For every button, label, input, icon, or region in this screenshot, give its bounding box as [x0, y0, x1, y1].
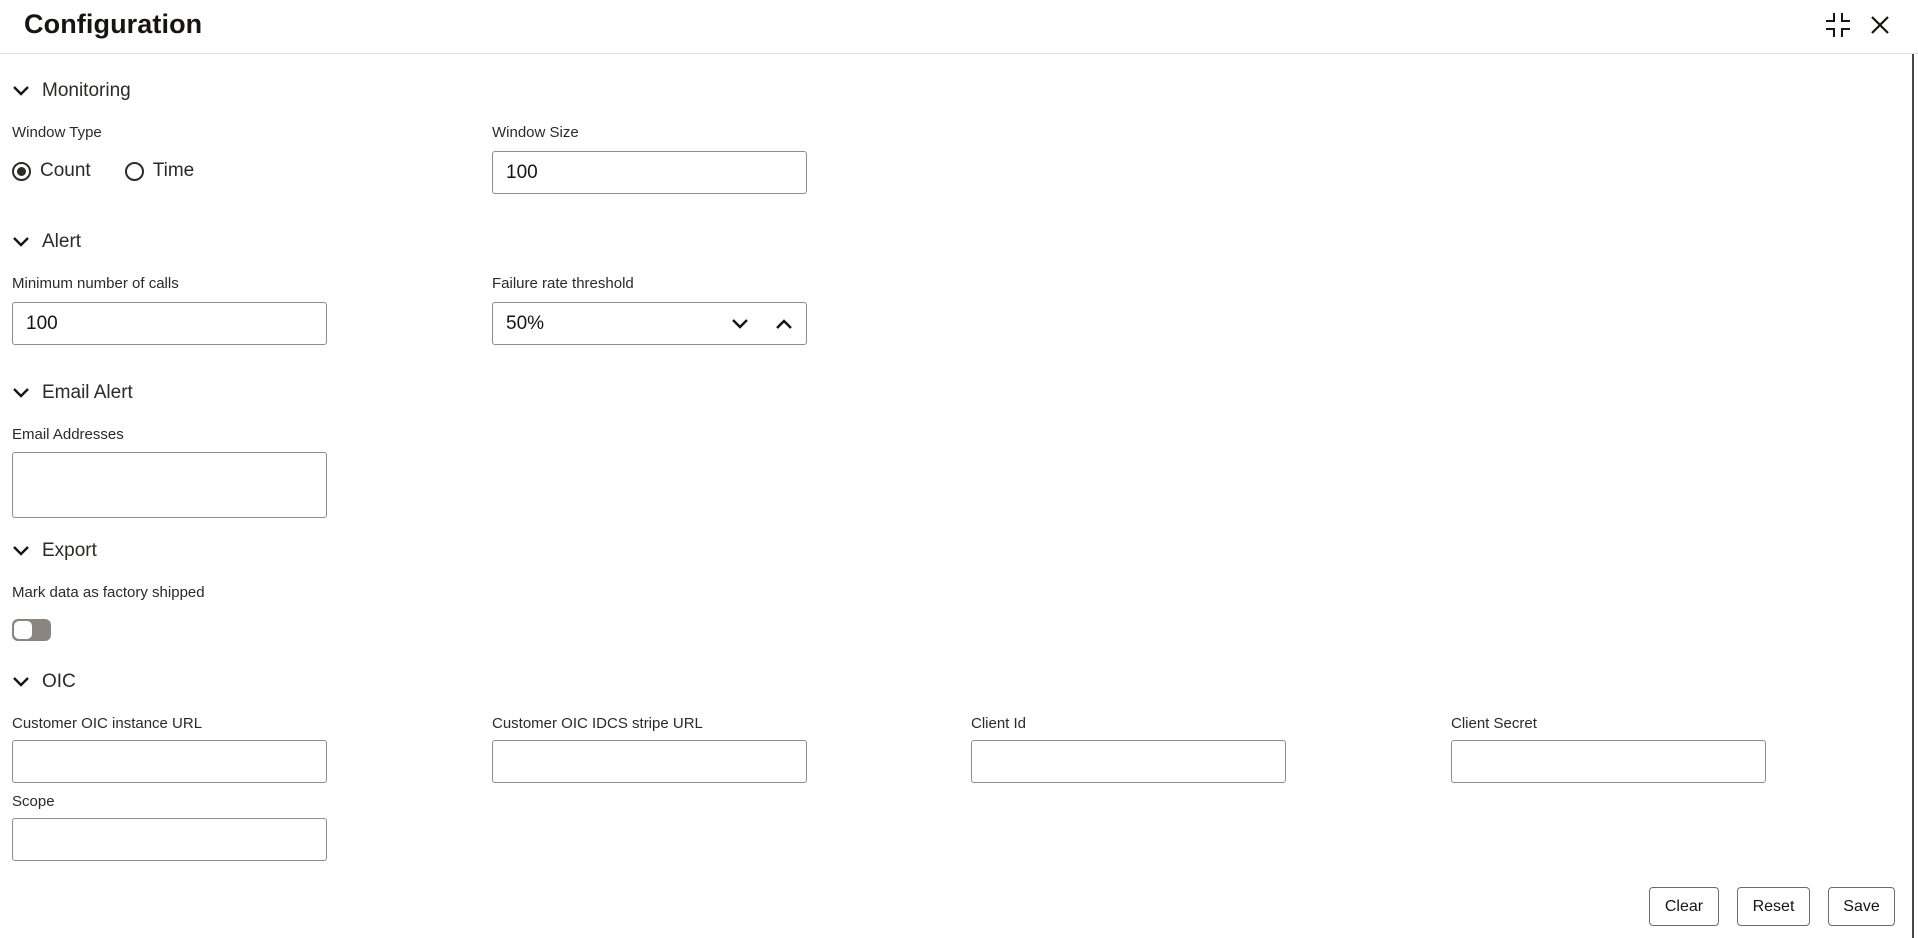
section-title: Export: [42, 540, 97, 561]
chevron-up-icon[interactable]: [762, 303, 806, 344]
scrollbar[interactable]: [1912, 54, 1914, 938]
section-alert[interactable]: Alert: [12, 229, 81, 255]
section-title: Email Alert: [42, 382, 133, 403]
oic-instance-url-input[interactable]: [12, 740, 327, 783]
chevron-down-icon: [13, 388, 29, 398]
radio-count[interactable]: Count: [12, 160, 91, 182]
scope-label: Scope: [12, 793, 55, 810]
client-secret-label: Client Secret: [1451, 715, 1537, 732]
failure-rate-select[interactable]: 50%: [492, 302, 807, 345]
window-size-label: Window Size: [492, 124, 579, 141]
factory-shipped-label: Mark data as factory shipped: [12, 584, 205, 601]
email-addresses-label: Email Addresses: [12, 426, 124, 443]
dialog-header: Configuration: [0, 0, 1918, 54]
client-secret-input[interactable]: [1451, 740, 1766, 783]
scope-input[interactable]: [12, 818, 327, 861]
oic-idcs-url-input[interactable]: [492, 740, 807, 783]
factory-shipped-toggle[interactable]: [12, 619, 51, 641]
client-id-label: Client Id: [971, 715, 1027, 732]
chevron-down-icon[interactable]: [718, 303, 762, 344]
section-export[interactable]: Export: [12, 538, 97, 564]
window-type-radio-group: Count Time: [12, 158, 228, 184]
radio-checked-icon: [12, 161, 31, 181]
min-calls-input[interactable]: [12, 302, 327, 345]
window-type-label: Window Type: [12, 124, 102, 141]
chevron-down-icon: [13, 546, 29, 556]
dialog-title: Configuration: [24, 9, 203, 39]
radio-label: Count: [40, 160, 91, 181]
chevron-down-icon: [13, 237, 29, 247]
section-email-alert[interactable]: Email Alert: [12, 380, 133, 406]
close-icon[interactable]: [1866, 11, 1894, 39]
client-id-input[interactable]: [971, 740, 1286, 783]
radio-label: Time: [152, 160, 195, 181]
section-title: OIC: [42, 671, 76, 692]
failure-rate-value: 50%: [506, 312, 545, 334]
section-title: Monitoring: [42, 80, 131, 101]
radio-time[interactable]: Time: [124, 160, 195, 182]
window-size-input[interactable]: [492, 151, 807, 194]
toggle-knob: [14, 621, 32, 639]
section-title: Alert: [42, 231, 82, 252]
chevron-down-icon: [13, 86, 29, 96]
collapse-icon[interactable]: [1824, 11, 1852, 39]
save-button[interactable]: Save: [1828, 887, 1895, 926]
section-oic[interactable]: OIC: [12, 669, 76, 695]
section-monitoring[interactable]: Monitoring: [12, 78, 131, 104]
clear-button[interactable]: Clear: [1649, 887, 1719, 926]
oic-idcs-url-label: Customer OIC IDCS stripe URL: [492, 715, 703, 732]
oic-instance-url-label: Customer OIC instance URL: [12, 715, 203, 732]
radio-unchecked-icon: [124, 161, 144, 181]
email-addresses-field[interactable]: [12, 452, 327, 518]
reset-button[interactable]: Reset: [1737, 887, 1810, 926]
chevron-down-icon: [13, 677, 29, 687]
min-calls-label: Minimum number of calls: [12, 275, 179, 292]
failure-rate-label: Failure rate threshold: [492, 275, 634, 292]
